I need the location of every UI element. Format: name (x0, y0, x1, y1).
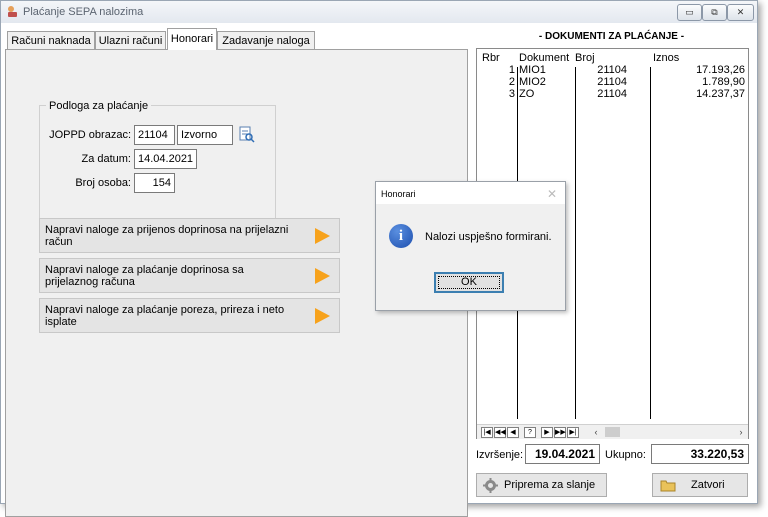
persons-label: Broj osoba: (75, 177, 131, 189)
close-form-button[interactable]: Zatvori (652, 473, 748, 497)
prepare-send-label: Priprema za slanje (504, 479, 596, 491)
transfer-contributions-button[interactable]: Napravi naloge za prijenos doprinosa na … (39, 218, 340, 253)
lookup-icon[interactable] (238, 126, 255, 143)
horizontal-scrollbar[interactable]: ‹ › (589, 425, 748, 439)
joppd-number-field[interactable]: 21104 (134, 125, 175, 145)
info-icon: i (389, 224, 413, 248)
execution-label: Izvršenje: (476, 449, 524, 461)
pay-taxes-button[interactable]: Napravi naloge za plaćanje poreza, prire… (39, 298, 340, 333)
title-bar: Plaćanje SEPA nalozima ▭ ⧉ ✕ (1, 1, 757, 23)
documents-title: - DOKUMENTI ZA PLAĆANJE - (538, 31, 685, 42)
prev-record-button[interactable]: ◀ (507, 427, 519, 438)
scroll-right-icon[interactable]: › (734, 425, 748, 439)
total-field: 33.220,53 (651, 444, 749, 464)
first-record-button[interactable]: |◀ (481, 427, 493, 438)
prev-page-button[interactable]: ◀◀ (494, 427, 506, 438)
cell-dokument: MIO2 (519, 76, 546, 88)
tab-honorari[interactable]: Honorari (167, 28, 217, 50)
prepare-send-button[interactable]: Priprema za slanje (476, 473, 607, 497)
cell-dokument: ZO (519, 88, 535, 100)
column-divider (650, 67, 651, 419)
cell-rbr: 3 (508, 88, 515, 100)
grid-navigator: |◀ ◀◀ ◀ ? ▶ ▶▶ ▶| ‹ › (477, 424, 748, 439)
main-window: Plaćanje SEPA nalozima ▭ ⧉ ✕ Računi nakn… (0, 0, 758, 517)
folder-icon (660, 480, 676, 492)
dialog-message: Nalozi uspješno formirani. (425, 231, 552, 243)
arrow-right-icon (315, 268, 330, 284)
window-title: Plaćanje SEPA nalozima (23, 6, 144, 18)
next-record-button[interactable]: ▶ (541, 427, 553, 438)
date-label: Za datum: (81, 153, 131, 165)
close-form-label: Zatvori (691, 479, 725, 491)
pay-taxes-label: Napravi naloge za plaćanje poreza, prire… (45, 304, 285, 328)
ok-button[interactable]: OK (434, 272, 504, 293)
joppd-label: JOPPD obrazac: (49, 129, 131, 141)
minimize-button[interactable]: ▭ (677, 4, 702, 21)
cell-broj: 21104 (597, 76, 627, 88)
cell-iznos: 17.193,26 (696, 64, 745, 76)
last-record-button[interactable]: ▶| (567, 427, 579, 438)
transfer-contributions-label: Napravi naloge za prijenos doprinosa na … (45, 224, 289, 248)
scroll-left-icon[interactable]: ‹ (589, 425, 603, 439)
cell-rbr: 2 (508, 76, 515, 88)
execution-date-field[interactable]: 19.04.2021 (525, 444, 600, 464)
persons-field[interactable]: 154 (134, 173, 175, 193)
column-header-rbr[interactable]: Rbr (482, 52, 500, 64)
column-header-dokument[interactable]: Dokument (519, 52, 569, 64)
app-icon (8, 6, 17, 17)
pay-contributions-label: Napravi naloge za plaćanje doprinosa sa … (45, 264, 244, 288)
cell-rbr: 1 (508, 64, 515, 76)
tab-ulazni-racuni[interactable]: Ulazni računi (95, 31, 166, 49)
gear-icon (483, 478, 498, 493)
tab-zadavanje-naloga[interactable]: Zadavanje naloga (217, 31, 315, 49)
dialog-title: Honorari (381, 189, 416, 199)
joppd-type-field[interactable]: Izvorno (177, 125, 233, 145)
cell-dokument: MIO1 (519, 64, 546, 76)
arrow-right-icon (315, 308, 330, 324)
column-header-broj[interactable]: Broj (575, 52, 595, 64)
cell-broj: 21104 (597, 64, 627, 76)
arrow-right-icon (315, 228, 330, 244)
message-dialog: Honorari ✕ i Nalozi uspješno formirani. … (375, 181, 566, 311)
column-header-iznos[interactable]: Iznos (653, 52, 679, 64)
client-area: Računi naknada Ulazni računi Honorari Za… (2, 23, 756, 517)
cell-iznos: 1.789,90 (702, 76, 745, 88)
next-page-button[interactable]: ▶▶ (554, 427, 566, 438)
total-label: Ukupno: (605, 449, 646, 461)
restore-button[interactable]: ⧉ (702, 4, 727, 21)
column-divider (575, 67, 576, 419)
search-record-button[interactable]: ? (524, 427, 536, 438)
cell-broj: 21104 (597, 88, 627, 100)
group-title: Podloga za plaćanje (46, 100, 152, 112)
dialog-close-icon[interactable]: ✕ (547, 187, 557, 201)
cell-iznos: 14.237,37 (696, 88, 745, 100)
date-field[interactable]: 14.04.2021 (134, 149, 197, 169)
close-button[interactable]: ✕ (727, 4, 754, 21)
dialog-body: i Nalozi uspješno formirani. OK (376, 204, 565, 310)
tab-racuni-naknada[interactable]: Računi naknada (7, 31, 95, 49)
pay-contributions-button[interactable]: Napravi naloge za plaćanje doprinosa sa … (39, 258, 340, 293)
scroll-thumb[interactable] (605, 427, 620, 437)
